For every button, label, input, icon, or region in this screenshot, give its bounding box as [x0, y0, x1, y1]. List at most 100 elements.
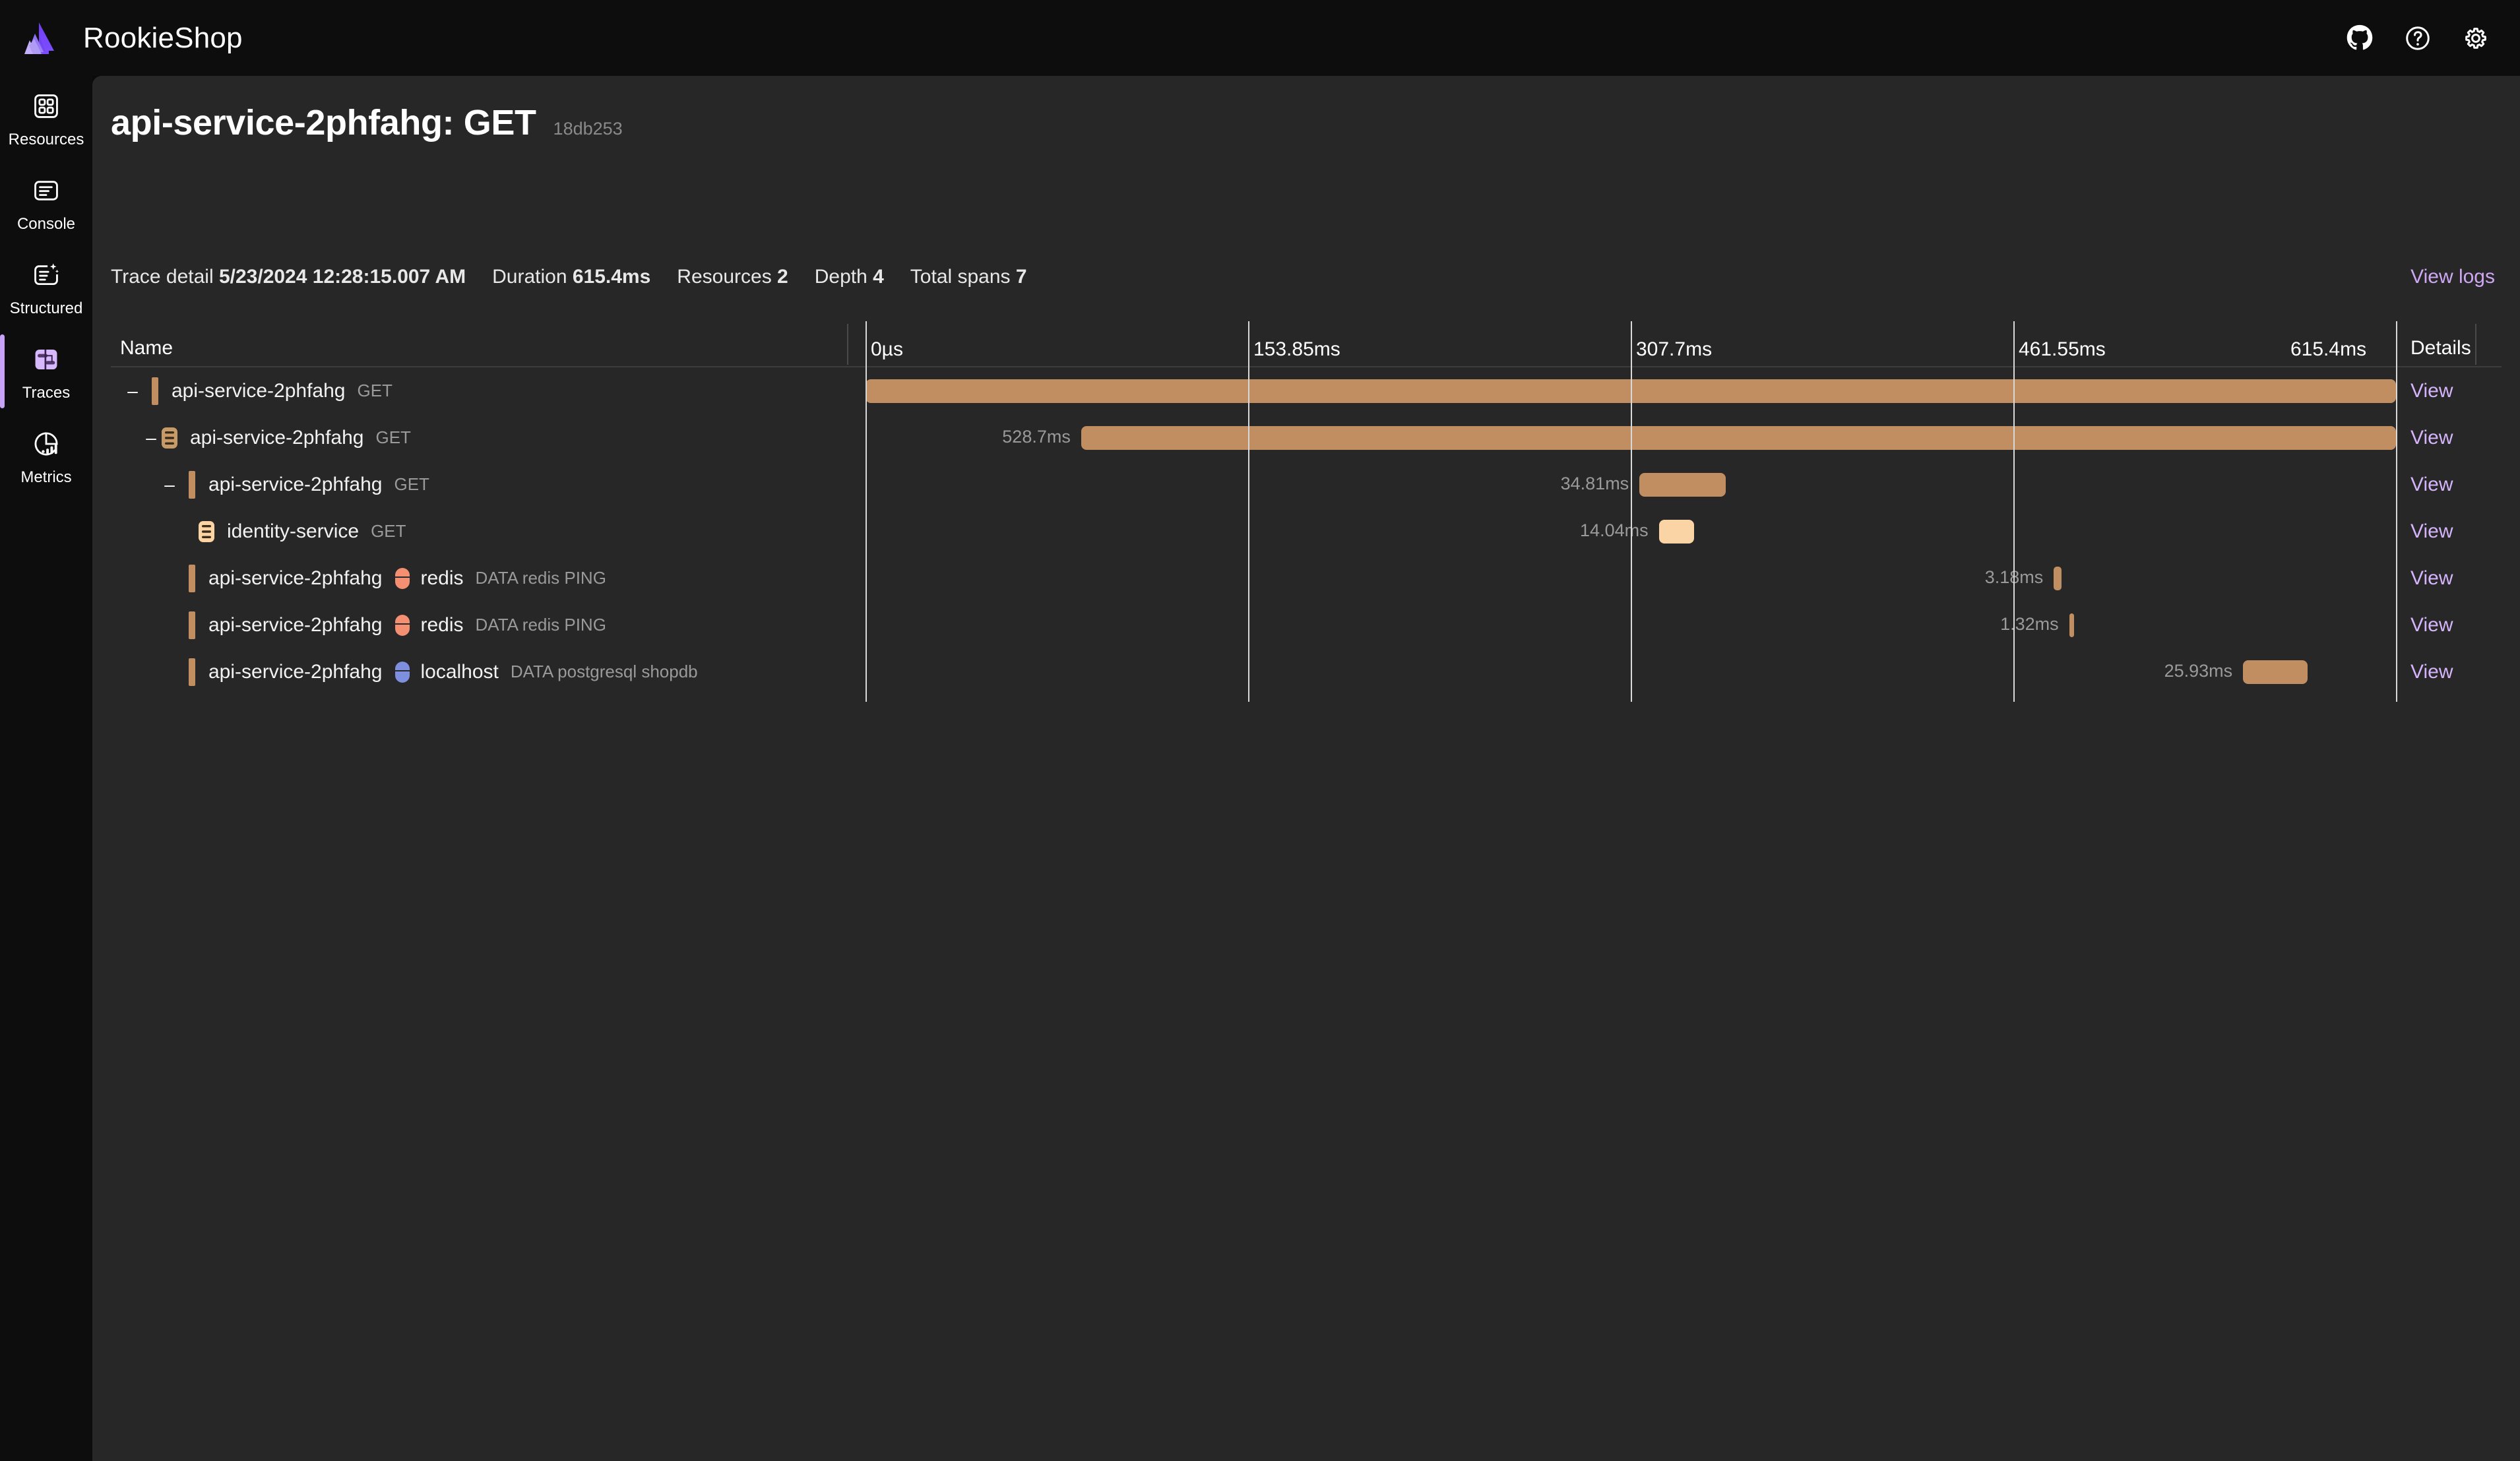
- trace-meta-label: Trace detail: [111, 266, 219, 288]
- span-duration-label: 14.04ms: [1580, 520, 1649, 540]
- span-timeline-track: 528.7ms: [111, 414, 2396, 461]
- trace-meta-value: 2: [777, 266, 788, 288]
- table-row[interactable]: api-service-2phfahg localhost DATA postgre…: [111, 648, 2502, 695]
- table-row[interactable]: identity-service GET 14.04ms View: [111, 508, 2502, 555]
- table-row[interactable]: api-service-2phfahgredisDATA redis PING3…: [111, 555, 2502, 602]
- timeline-gridline: [866, 321, 867, 702]
- span-duration-label: 1.32ms: [2000, 614, 2059, 634]
- help-icon[interactable]: [2404, 24, 2432, 52]
- view-logs-link[interactable]: View logs: [2410, 266, 2495, 288]
- trace-meta-row: Trace detail 5/23/2024 12:28:15.007 AM Du…: [111, 266, 1054, 288]
- sidebar-item-label: Resources: [8, 131, 84, 148]
- sidebar-item-label: Console: [16, 215, 76, 233]
- trace-meta-value: 5/23/2024 12:28:15.007 AM: [218, 266, 466, 288]
- spans-table-header: Name 0µs 153.85ms 307.7ms 461.55ms 615.4ms D…: [111, 321, 2502, 367]
- timeline-tick-label: 461.55ms: [2019, 338, 2106, 360]
- trace-id: 18db253: [553, 119, 623, 139]
- table-row[interactable]: – api-service-2phfahg GET View: [111, 367, 2502, 414]
- timeline-tick-labels: 0µs 153.85ms 307.7ms 461.55ms 615.4ms: [111, 321, 2502, 367]
- header-actions: [2346, 24, 2490, 52]
- span-timeline-track: 3.18ms: [111, 555, 2396, 602]
- trace-meta-value: 7: [1015, 266, 1027, 288]
- timeline-gridline: [2013, 321, 2015, 702]
- span-timeline-track: 25.93ms: [111, 648, 2396, 695]
- span-timeline-track: 34.81ms: [111, 461, 2396, 508]
- view-span-link[interactable]: View: [2410, 427, 2453, 449]
- trace-meta-label: Depth: [814, 266, 873, 288]
- github-icon[interactable]: [2346, 24, 2374, 52]
- sidebar-item-structured[interactable]: Structured: [0, 245, 92, 329]
- traces-icon: [32, 340, 60, 379]
- span-details-cell: View: [2410, 367, 2453, 414]
- span-details-cell: View: [2410, 602, 2453, 648]
- sidebar-item-label: Traces: [22, 384, 71, 402]
- details-column-divider: [2396, 321, 2397, 702]
- page-title: api-service-2phfahg: GET: [111, 103, 536, 142]
- metrics-chart-icon: [32, 425, 60, 463]
- page-title-row: api-service-2phfahg: GET 18db253: [111, 102, 623, 143]
- trace-meta-label: Duration: [492, 266, 573, 288]
- trace-meta-item: Resources 2: [677, 266, 788, 288]
- sidebar-item-label: Structured: [9, 299, 83, 317]
- timeline-tick-label: 307.7ms: [1636, 338, 1713, 360]
- trace-meta-label: Resources: [677, 266, 778, 288]
- trace-meta-label: Total spans: [910, 266, 1016, 288]
- timeline-gridline: [1248, 321, 1249, 702]
- span-duration-label: 34.81ms: [1560, 474, 1629, 493]
- view-span-link[interactable]: View: [2410, 380, 2453, 402]
- column-header-details: Details: [2410, 337, 2471, 359]
- span-timeline-track: 14.04ms: [111, 508, 2396, 555]
- grid-icon: [32, 87, 60, 125]
- trace-meta-value: 615.4ms: [572, 266, 651, 288]
- span-details-cell: View: [2410, 648, 2453, 695]
- span-duration-bar[interactable]: [1639, 473, 1726, 497]
- span-duration-label: 528.7ms: [1002, 427, 1071, 447]
- timeline-tick-label: 615.4ms: [2290, 338, 2367, 360]
- console-icon: [32, 171, 60, 210]
- table-row[interactable]: api-service-2phfahg redis DATA redis PING 1…: [111, 602, 2502, 648]
- view-span-link[interactable]: View: [2410, 614, 2453, 637]
- span-details-cell: View: [2410, 508, 2453, 555]
- span-duration-bar[interactable]: [1081, 426, 2396, 450]
- name-column-divider: [847, 324, 848, 365]
- span-details-cell: View: [2410, 461, 2453, 508]
- span-details-cell: View: [2410, 555, 2453, 602]
- trace-detail-panel: api-service-2phfahg: GET 18db253 Trace d…: [92, 76, 2520, 1461]
- span-timeline-track: [111, 367, 2396, 414]
- gear-icon[interactable]: [2462, 24, 2490, 52]
- sidebar-nav: Resources Console Structured Traces Metr…: [0, 76, 92, 1461]
- span-timeline-track: 1.32ms: [111, 602, 2396, 648]
- trace-meta-item: Duration 615.4ms: [492, 266, 650, 288]
- view-span-link[interactable]: View: [2410, 520, 2453, 543]
- trace-meta-item: Trace detail 5/23/2024 12:28:15.007 AM: [111, 266, 466, 288]
- timeline-tick-label: 0µs: [871, 338, 903, 360]
- structured-logs-icon: [32, 256, 60, 294]
- view-span-link[interactable]: View: [2410, 567, 2453, 590]
- span-duration-bar[interactable]: [2054, 567, 2062, 590]
- timeline-tick-label: 153.85ms: [1253, 338, 1340, 360]
- sidebar-item-console[interactable]: Console: [0, 160, 92, 245]
- sidebar-item-label: Metrics: [20, 468, 72, 486]
- app-header: RookieShop: [0, 0, 2520, 76]
- span-details-cell: View: [2410, 414, 2453, 461]
- view-span-link[interactable]: View: [2410, 661, 2453, 683]
- span-duration-bar[interactable]: [2069, 613, 2074, 637]
- table-row[interactable]: – api-service-2phfahg GET 528.7ms View: [111, 414, 2502, 461]
- details-header-divider: [2475, 324, 2476, 365]
- trace-meta-item: Depth 4: [815, 266, 884, 288]
- sidebar-item-traces[interactable]: Traces: [0, 329, 92, 414]
- spans-table: Name 0µs 153.85ms 307.7ms 461.55ms 615.4ms D…: [111, 321, 2502, 702]
- sidebar-item-resources[interactable]: Resources: [0, 76, 92, 160]
- sidebar-item-metrics[interactable]: Metrics: [0, 414, 92, 498]
- timeline-gridline: [1631, 321, 1632, 702]
- spans-rows: – api-service-2phfahg GET View – api-service-…: [111, 367, 2502, 695]
- app-title: RookieShop: [83, 21, 243, 54]
- trace-meta-item: Total spans 7: [910, 266, 1027, 288]
- aspire-logo-icon: [20, 19, 58, 57]
- span-duration-bar[interactable]: [1658, 520, 1694, 544]
- span-duration-label: 25.93ms: [2164, 661, 2233, 681]
- span-duration-bar[interactable]: [2243, 660, 2308, 684]
- trace-meta-value: 4: [873, 266, 884, 288]
- table-row[interactable]: – api-service-2phfahg GET 34.81ms View: [111, 461, 2502, 508]
- view-span-link[interactable]: View: [2410, 474, 2453, 496]
